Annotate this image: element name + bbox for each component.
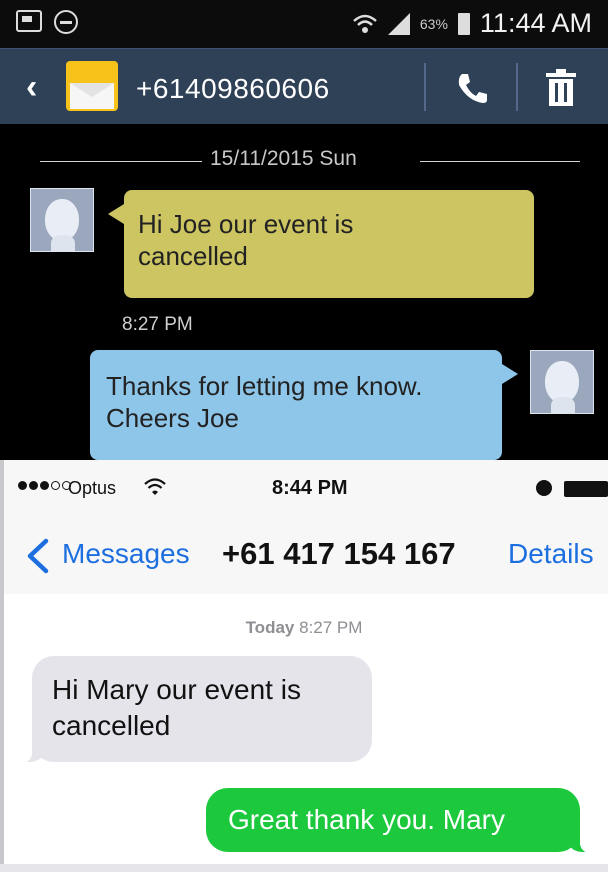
divider xyxy=(0,460,4,872)
message-text: Hi Joe our event is xyxy=(138,209,354,239)
back-icon[interactable]: ‹ xyxy=(26,67,37,107)
divider xyxy=(0,864,608,872)
phone-icon[interactable] xyxy=(454,71,490,105)
contact-number: +61409860606 xyxy=(136,73,330,104)
ios-screen: Optus 8:44 PM Messages +61 417 154 167 D… xyxy=(0,460,608,872)
message-text: cancelled xyxy=(138,241,248,271)
wifi-icon xyxy=(144,478,166,495)
battery-icon xyxy=(564,481,608,497)
alarm-icon xyxy=(536,480,552,496)
divider xyxy=(516,63,518,111)
battery-icon xyxy=(457,12,470,35)
message-text: cancelled xyxy=(52,710,171,741)
envelope-icon[interactable] xyxy=(66,61,118,111)
ios-status-bar: Optus 8:44 PM xyxy=(0,460,608,518)
trash-icon[interactable] xyxy=(544,69,578,107)
timestamp-time: 8:27 PM xyxy=(299,618,363,637)
incoming-message-bubble[interactable]: Hi Joe our event is cancelled xyxy=(108,190,534,298)
ios-nav-bar: Messages +61 417 154 167 Details xyxy=(0,518,608,595)
chevron-left-icon[interactable] xyxy=(24,538,52,574)
message-text: Great thank you. Mary xyxy=(228,804,506,835)
ios-conversation: Today 8:27 PM Hi Mary our event is cance… xyxy=(0,594,608,872)
message-text: Thanks for letting me know. xyxy=(106,371,423,401)
avatar xyxy=(30,188,94,252)
carrier-name: Optus xyxy=(68,478,117,498)
timestamp: Today 8:27 PM xyxy=(0,618,608,638)
divider xyxy=(40,161,202,162)
battery-percent: 63% xyxy=(419,15,448,32)
notification-icon xyxy=(16,10,42,32)
avatar xyxy=(530,350,594,414)
contact-number: +61 417 154 167 xyxy=(222,536,456,571)
wifi-icon xyxy=(353,14,377,33)
signal-icon xyxy=(387,12,410,35)
android-conversation: 15/11/2015 Sun Hi Joe our event is cance… xyxy=(0,124,608,460)
outgoing-message-bubble[interactable]: Thanks for letting me know. Cheers Joe xyxy=(90,350,518,460)
status-time: 11:44 AM xyxy=(479,8,592,38)
divider xyxy=(420,161,580,162)
android-screen: 63% 11:44 AM ‹ +61409860606 15/11/2015 S… xyxy=(0,0,608,460)
message-text: Hi Mary our event is xyxy=(52,674,301,705)
incoming-message-bubble[interactable]: Hi Mary our event is cancelled xyxy=(14,656,372,763)
timestamp-day: Today xyxy=(245,618,295,637)
message-text: Cheers Joe xyxy=(106,403,239,433)
android-header: ‹ +61409860606 xyxy=(0,48,608,125)
back-button[interactable]: Messages xyxy=(62,538,190,570)
divider xyxy=(424,63,426,111)
message-time: 8:27 PM xyxy=(122,314,193,335)
do-not-disturb-icon xyxy=(54,10,78,34)
outgoing-message-bubble[interactable]: Great thank you. Mary xyxy=(206,788,598,853)
android-status-bar: 63% 11:44 AM xyxy=(0,0,608,48)
status-time: 8:44 PM xyxy=(272,477,348,499)
date-separator: 15/11/2015 Sun xyxy=(210,147,357,170)
details-button[interactable]: Details xyxy=(508,538,594,570)
signal-dots-icon xyxy=(18,481,71,490)
